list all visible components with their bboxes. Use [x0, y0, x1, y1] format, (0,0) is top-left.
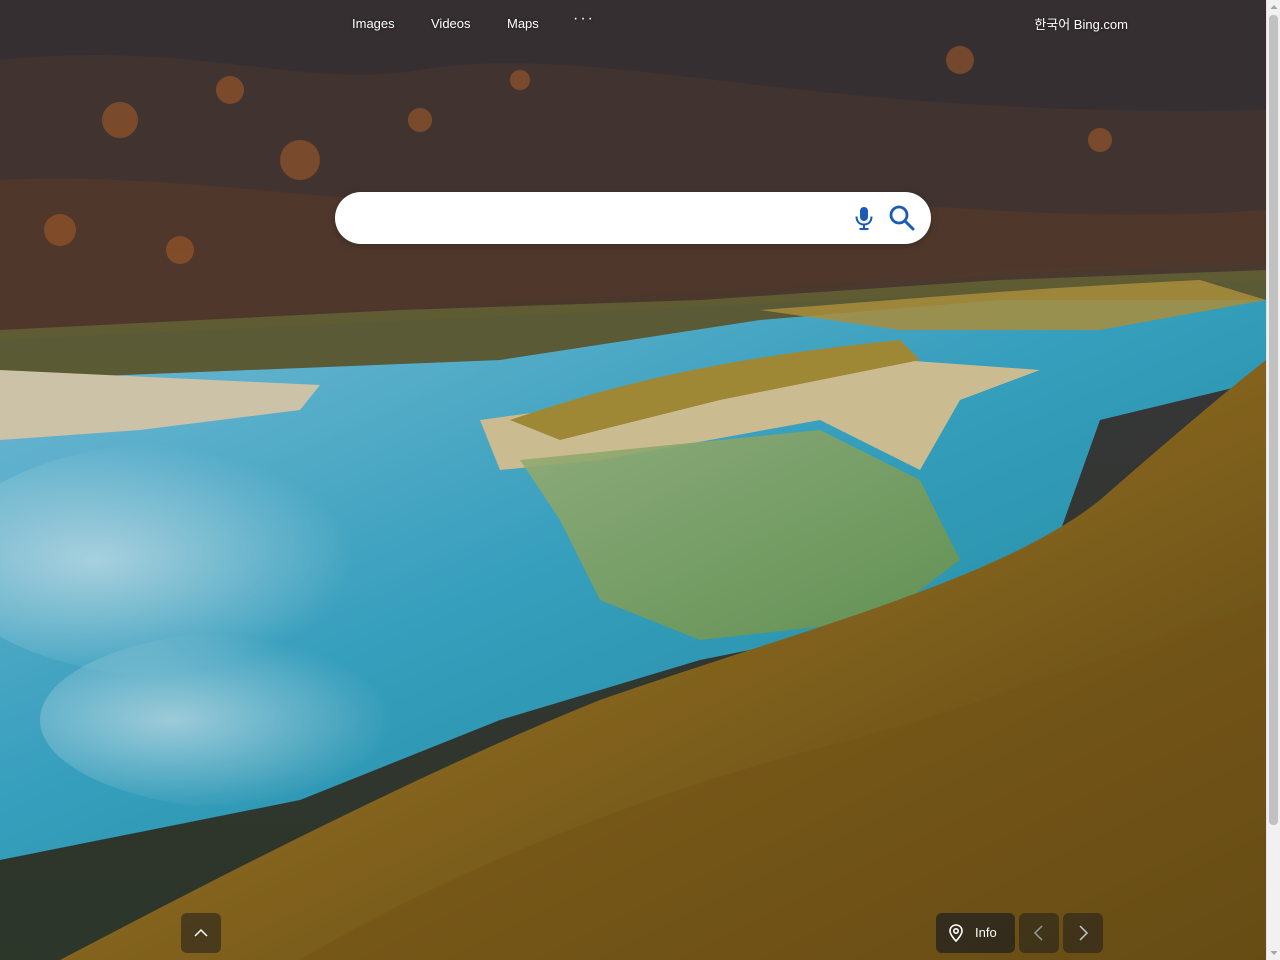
chevron-right-icon	[1079, 925, 1089, 941]
microphone-icon	[855, 207, 873, 230]
scroll-arrow-up-icon[interactable]	[1267, 0, 1280, 14]
chevron-up-icon	[194, 928, 208, 937]
info-label: Info	[975, 925, 997, 940]
nav-maps-link[interactable]: Maps	[507, 16, 539, 31]
bing-homepage: Images Videos Maps ··· 한국어 Bing.com Info	[0, 0, 1280, 960]
scroll-up-button[interactable]	[181, 913, 221, 953]
search-button[interactable]	[887, 203, 917, 233]
next-image-button[interactable]	[1063, 913, 1103, 953]
vertical-scrollbar[interactable]	[1266, 0, 1280, 960]
scrollbar-thumb[interactable]	[1269, 15, 1278, 825]
top-navigation: Images Videos Maps ··· 한국어 Bing.com	[0, 0, 1266, 48]
search-box	[335, 192, 931, 246]
map-pin-icon	[949, 924, 963, 942]
search-icon	[889, 205, 915, 231]
nav-videos-link[interactable]: Videos	[431, 16, 471, 31]
nav-images-link[interactable]: Images	[352, 16, 395, 31]
background-image	[0, 0, 1266, 960]
image-info-button[interactable]: Info	[936, 913, 1015, 953]
region-language-link[interactable]: 한국어 Bing.com	[1034, 14, 1128, 33]
search-input[interactable]	[355, 192, 849, 246]
voice-search-button[interactable]	[851, 204, 877, 232]
chevron-left-icon	[1033, 925, 1043, 941]
more-options-button[interactable]: ···	[573, 10, 595, 28]
previous-image-button[interactable]	[1019, 913, 1059, 953]
scroll-arrow-down-icon[interactable]	[1267, 946, 1280, 960]
